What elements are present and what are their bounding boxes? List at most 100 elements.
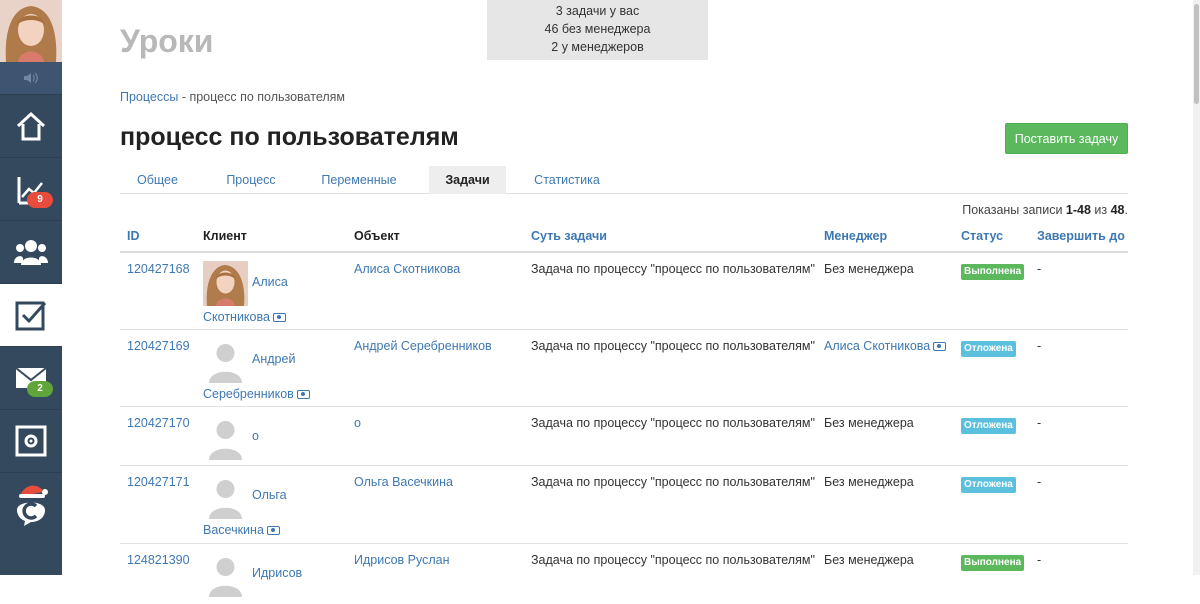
due-date: - [1037, 475, 1042, 489]
client-surname-link[interactable]: Васечкина [203, 523, 264, 537]
task-summary: Задача по процессу "процесс по пользоват… [531, 475, 815, 489]
status-badge: Отложена [961, 418, 1016, 434]
eye-icon[interactable] [933, 342, 947, 352]
object-link[interactable]: Андрей Серебренников [354, 339, 492, 353]
table-row: 120427170 о о Задача по процессу "процес… [120, 407, 1128, 466]
table-row: 120427171 Ольга Васечкина Ольга Васечкин… [120, 466, 1128, 544]
scrollbar-thumb[interactable] [1194, 4, 1199, 104]
manager-text: Без менеджера [824, 262, 914, 276]
client-cell: Ольга Васечкина [203, 474, 338, 541]
object-link[interactable]: о [354, 416, 361, 430]
records-summary: Показаны записи 1-48 из 48. [962, 203, 1128, 217]
add-task-button[interactable]: Поставить задачу [1005, 123, 1128, 154]
sidebar-item-chat[interactable] [0, 472, 62, 535]
notification-badge: 9 [27, 192, 53, 208]
table-row: 120427168 Алиса Скотникова Алиса Скотник… [120, 253, 1128, 330]
sidebar-item-tasks[interactable] [0, 283, 62, 346]
sidebar-item-home[interactable] [0, 94, 62, 157]
records-middle: из [1090, 203, 1111, 217]
breadcrumb: Процессы - процесс по пользователям [120, 90, 345, 104]
status-badge: Отложена [961, 341, 1016, 357]
records-total: 48 [1110, 203, 1125, 217]
task-summary-box: 3 задачи у вас 46 без менеджера 2 у мене… [487, 0, 708, 60]
breadcrumb-current: процесс по пользователям [189, 90, 346, 104]
task-summary: Задача по процессу "процесс по пользоват… [531, 339, 815, 353]
santa-chat-icon [17, 485, 48, 526]
sidebar-item-users[interactable] [0, 220, 62, 283]
table-row: 124821390 Идрисов Идрисов Руслан Задача … [120, 544, 1128, 604]
default-avatar-icon [209, 480, 242, 519]
table-row: 120427169 Андрей Серебренников Андрей Се… [120, 330, 1128, 407]
task-id-link[interactable]: 120427169 [127, 339, 190, 353]
due-date: - [1037, 262, 1042, 276]
due-date: - [1037, 553, 1042, 567]
default-avatar-icon [209, 421, 242, 460]
tab-process[interactable]: Процесс [211, 166, 291, 194]
object-link[interactable]: Ольга Васечкина [354, 475, 453, 489]
default-avatar-icon [209, 344, 242, 383]
client-avatar [203, 261, 248, 306]
safe-gear-icon [15, 425, 47, 457]
tasks-managers: 2 у менеджеров [551, 40, 644, 54]
task-id-link[interactable]: 120427170 [127, 416, 190, 430]
user-avatar[interactable] [0, 0, 62, 62]
eye-icon[interactable] [266, 526, 280, 536]
page-title: процесс по пользователям [120, 123, 459, 151]
manager-link[interactable]: Алиса Скотникова [824, 339, 930, 353]
eye-icon[interactable] [296, 390, 310, 400]
checkbox-icon [15, 301, 47, 331]
due-date: - [1037, 416, 1042, 430]
sidebar-item-mail[interactable]: 2 [0, 346, 62, 409]
object-link[interactable]: Алиса Скотникова [354, 262, 460, 276]
column-manager[interactable]: Менеджер [824, 229, 887, 243]
task-id-link[interactable]: 120427171 [127, 475, 190, 489]
status-badge: Отложена [961, 477, 1016, 493]
due-date: - [1037, 339, 1042, 353]
task-id-link[interactable]: 120427168 [127, 262, 190, 276]
home-icon [16, 111, 46, 141]
tab-variables[interactable]: Переменные [314, 166, 404, 194]
client-surname-link[interactable]: Скотникова [203, 310, 270, 324]
manager-text: Без менеджера [824, 553, 914, 567]
sidebar-item-settings[interactable] [0, 409, 62, 472]
page-header: Уроки [120, 23, 214, 59]
client-cell: о [203, 415, 338, 460]
column-object: Объект [354, 229, 400, 243]
tasks-no-manager: 46 без менеджера [544, 22, 651, 36]
column-id[interactable]: ID [127, 229, 140, 243]
records-range: 1-48 [1065, 203, 1091, 217]
eye-icon[interactable] [272, 313, 286, 323]
notification-badge: 2 [27, 381, 53, 397]
column-status[interactable]: Статус [961, 229, 1003, 243]
status-badge: Выполнена [961, 555, 1025, 571]
client-cell: Алиса Скотникова [203, 261, 338, 328]
records-suffix: . [1124, 203, 1128, 217]
sidebar-item-analytics[interactable]: 9 [0, 157, 62, 220]
object-link[interactable]: Идрисов Руслан [354, 553, 450, 567]
breadcrumb-separator: - [178, 90, 190, 104]
page-scrollbar[interactable] [1193, 0, 1200, 575]
column-summary[interactable]: Суть задачи [531, 229, 607, 243]
sidebar: 9 2 [0, 0, 62, 575]
users-icon [14, 240, 48, 265]
table-header: ID Клиент Объект Суть задачи Менеджер Ст… [120, 222, 1128, 253]
tab-bar: Общее Процесс Переменные Задачи Статисти… [120, 166, 1128, 194]
task-summary: Задача по процессу "процесс по пользоват… [531, 262, 815, 276]
breadcrumb-processes-link[interactable]: Процессы [120, 90, 178, 104]
tasks-table: ID Клиент Объект Суть задачи Менеджер Ст… [120, 222, 1128, 604]
tab-statistics[interactable]: Статистика [526, 166, 608, 194]
manager-text: Без менеджера [824, 475, 914, 489]
tab-tasks[interactable]: Задачи [429, 166, 506, 194]
tab-general[interactable]: Общее [120, 166, 195, 194]
task-id-link[interactable]: 124821390 [127, 553, 190, 567]
client-surname-link[interactable]: Серебренников [203, 387, 294, 401]
records-prefix: Показаны записи [962, 203, 1066, 217]
manager-text: Без менеджера [824, 416, 914, 430]
client-cell: Андрей Серебренников [203, 338, 338, 405]
task-summary: Задача по процессу "процесс по пользоват… [531, 553, 815, 567]
speaker-icon[interactable] [0, 62, 62, 94]
task-summary: Задача по процессу "процесс по пользоват… [531, 416, 815, 430]
column-due[interactable]: Завершить до [1037, 229, 1125, 243]
status-badge: Выполнена [961, 264, 1025, 280]
column-client: Клиент [203, 229, 247, 243]
